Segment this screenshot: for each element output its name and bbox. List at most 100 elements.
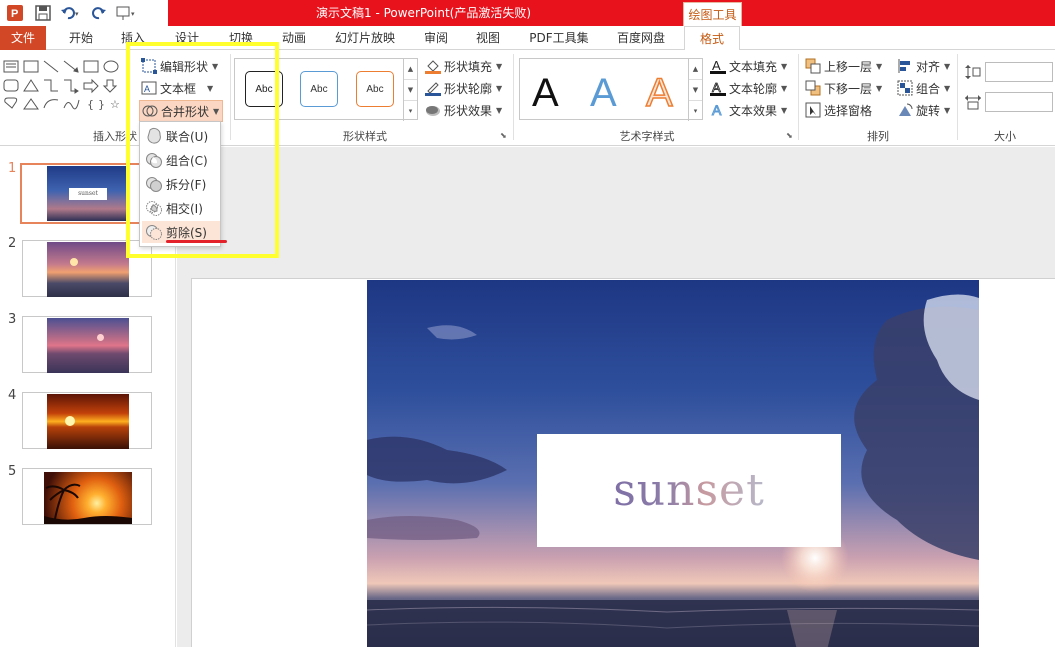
shape-outline-button[interactable]: 形状轮廓 ▼ [425, 78, 502, 98]
shape-fill-button[interactable]: 形状填充 ▼ [425, 56, 502, 76]
rotate-button[interactable]: 旋转 ▼ [897, 100, 950, 120]
align-label: 对齐 [916, 59, 941, 74]
text-outline-icon: A [710, 80, 726, 96]
selection-pane-button[interactable]: 选择窗格 [805, 100, 872, 120]
current-slide[interactable]: sunset [191, 278, 1055, 647]
gallery-more-icon[interactable]: ▾ [689, 101, 702, 121]
tab-transitions[interactable]: 切换 [220, 26, 262, 50]
gallery-scroll[interactable]: ▲ ▼ ▾ [403, 59, 417, 121]
chevron-down-icon: ▼ [207, 83, 214, 93]
slide-thumbnail-1[interactable]: sunset [20, 163, 154, 224]
tab-insert[interactable]: 插入 [112, 26, 154, 50]
tab-home[interactable]: 开始 [58, 26, 104, 50]
text-fill-icon: A [710, 58, 726, 74]
tab-baidu-netdisk[interactable]: 百度网盘 [608, 26, 674, 50]
title-bar: P ▾ ▾ 演示文稿1 - PowerPoint(产品激活失败) 绘图工具 [0, 0, 1055, 26]
size-group-label: 大小 [994, 130, 1016, 143]
bring-forward-button[interactable]: 上移一层 ▼ [805, 56, 882, 76]
thumbnail-text-box: sunset [69, 188, 107, 200]
merge-fragment-label: 拆分(F) [166, 177, 207, 192]
group-divider [957, 54, 958, 140]
thumbnail-number: 4 [8, 388, 17, 403]
slide-thumbnail-4[interactable] [22, 392, 152, 449]
wordart-gallery[interactable]: A A A ▲ ▼ ▾ [519, 58, 703, 121]
chevron-down-icon: ▼ [496, 105, 503, 115]
gallery-more-icon[interactable]: ▾ [404, 101, 417, 121]
ribbon-tabs: 文件 开始 插入 设计 切换 动画 幻灯片放映 审阅 视图 PDF工具集 百度网… [0, 26, 1055, 51]
thumbnail-image [47, 394, 129, 449]
shapes-gallery[interactable]: { } ☆ [2, 58, 122, 114]
text-effects-button[interactable]: A 文本效果 ▼ [710, 100, 788, 120]
gallery-down-icon[interactable]: ▼ [689, 80, 702, 101]
merge-fragment-item[interactable]: 拆分(F) [142, 173, 220, 195]
merge-intersect-item[interactable]: 相交(I) [142, 197, 220, 219]
combine-icon [142, 151, 166, 169]
wordart-launcher-icon[interactable]: ⬊ [786, 128, 793, 142]
edit-shape-icon [141, 58, 157, 74]
selection-pane-label: 选择窗格 [824, 103, 873, 118]
shape-fill-label: 形状填充 [444, 59, 493, 74]
edit-shape-button[interactable]: 编辑形状 ▼ [141, 56, 218, 76]
tab-view[interactable]: 视图 [467, 26, 509, 50]
text-rectangle[interactable]: sunset [537, 434, 841, 547]
vertical-textbox-shape-icon [23, 60, 39, 73]
text-outline-button[interactable]: A 文本轮廓 ▼ [710, 78, 787, 98]
gallery-scroll[interactable]: ▲ ▼ ▾ [688, 59, 702, 121]
redo-icon[interactable] [88, 2, 110, 24]
merge-intersect-label: 相交(I) [166, 201, 203, 216]
align-button[interactable]: 对齐 ▼ [897, 56, 950, 76]
gallery-up-icon[interactable]: ▲ [689, 59, 702, 80]
text-box-icon: A [141, 80, 157, 96]
selection-pane-icon [805, 102, 821, 118]
bring-forward-label: 上移一层 [824, 59, 873, 74]
tab-slideshow[interactable]: 幻灯片放映 [327, 26, 403, 50]
tab-file[interactable]: 文件 [0, 26, 46, 50]
sunset-title-text[interactable]: sunset [613, 465, 765, 516]
gallery-down-icon[interactable]: ▼ [404, 80, 417, 101]
tab-review[interactable]: 审阅 [415, 26, 457, 50]
shape-effects-button[interactable]: 形状效果 ▼ [425, 100, 502, 120]
wordart-style-blue[interactable]: A [590, 73, 617, 113]
shape-styles-gallery[interactable]: Abc Abc Abc ▲ ▼ ▾ [234, 58, 418, 121]
tab-animations[interactable]: 动画 [273, 26, 315, 50]
shape-width-input[interactable] [985, 92, 1053, 112]
text-fill-button[interactable]: A 文本填充 ▼ [710, 56, 787, 76]
wordart-styles-group-label: 艺术字样式 [619, 130, 675, 143]
group-divider [230, 54, 231, 140]
merge-union-item[interactable]: 联合(U) [142, 125, 220, 147]
shape-style-blue[interactable]: Abc [300, 71, 338, 107]
undo-icon[interactable]: ▾ [60, 2, 82, 24]
shape-styles-launcher-icon[interactable]: ⬊ [500, 128, 507, 142]
shape-style-black[interactable]: Abc [245, 71, 283, 107]
start-slideshow-icon[interactable]: ▾ [116, 2, 138, 24]
svg-text:☆: ☆ [110, 98, 120, 111]
slide-thumbnail-5[interactable] [22, 468, 152, 525]
chevron-down-icon: ▼ [496, 61, 503, 71]
group-button[interactable]: 组合 ▼ [897, 78, 950, 98]
intersect-icon [142, 199, 166, 217]
save-icon[interactable] [32, 2, 54, 24]
slide-thumbnail-2[interactable] [22, 240, 152, 297]
chevron-down-icon: ▼ [496, 83, 503, 93]
title-bar-red-band [168, 0, 1055, 26]
sunset-photo[interactable]: sunset [367, 280, 979, 647]
svg-text:P: P [11, 8, 18, 20]
tab-pdf-tools[interactable]: PDF工具集 [524, 26, 594, 50]
svg-text:A: A [144, 84, 150, 94]
text-box-button[interactable]: A 文本框 ▼ [141, 78, 213, 98]
group-icon [897, 80, 913, 96]
shape-height-input[interactable] [985, 62, 1053, 82]
fragment-icon [142, 175, 166, 193]
send-backward-button[interactable]: 下移一层 ▼ [805, 78, 882, 98]
tab-format[interactable]: 格式 [684, 26, 740, 51]
chevron-down-icon: ▼ [876, 83, 883, 93]
merge-combine-item[interactable]: 组合(C) [142, 149, 220, 171]
merge-shapes-button[interactable]: 合并形状 ▼ [139, 100, 224, 122]
shape-style-orange[interactable]: Abc [356, 71, 394, 107]
gallery-up-icon[interactable]: ▲ [404, 59, 417, 80]
wordart-style-orange[interactable]: A [645, 72, 673, 114]
tab-design[interactable]: 设计 [166, 26, 208, 50]
wordart-style-black[interactable]: A [532, 73, 559, 113]
slide-thumbnail-3[interactable] [22, 316, 152, 373]
shape-styles-group-label: 形状样式 [343, 130, 387, 143]
